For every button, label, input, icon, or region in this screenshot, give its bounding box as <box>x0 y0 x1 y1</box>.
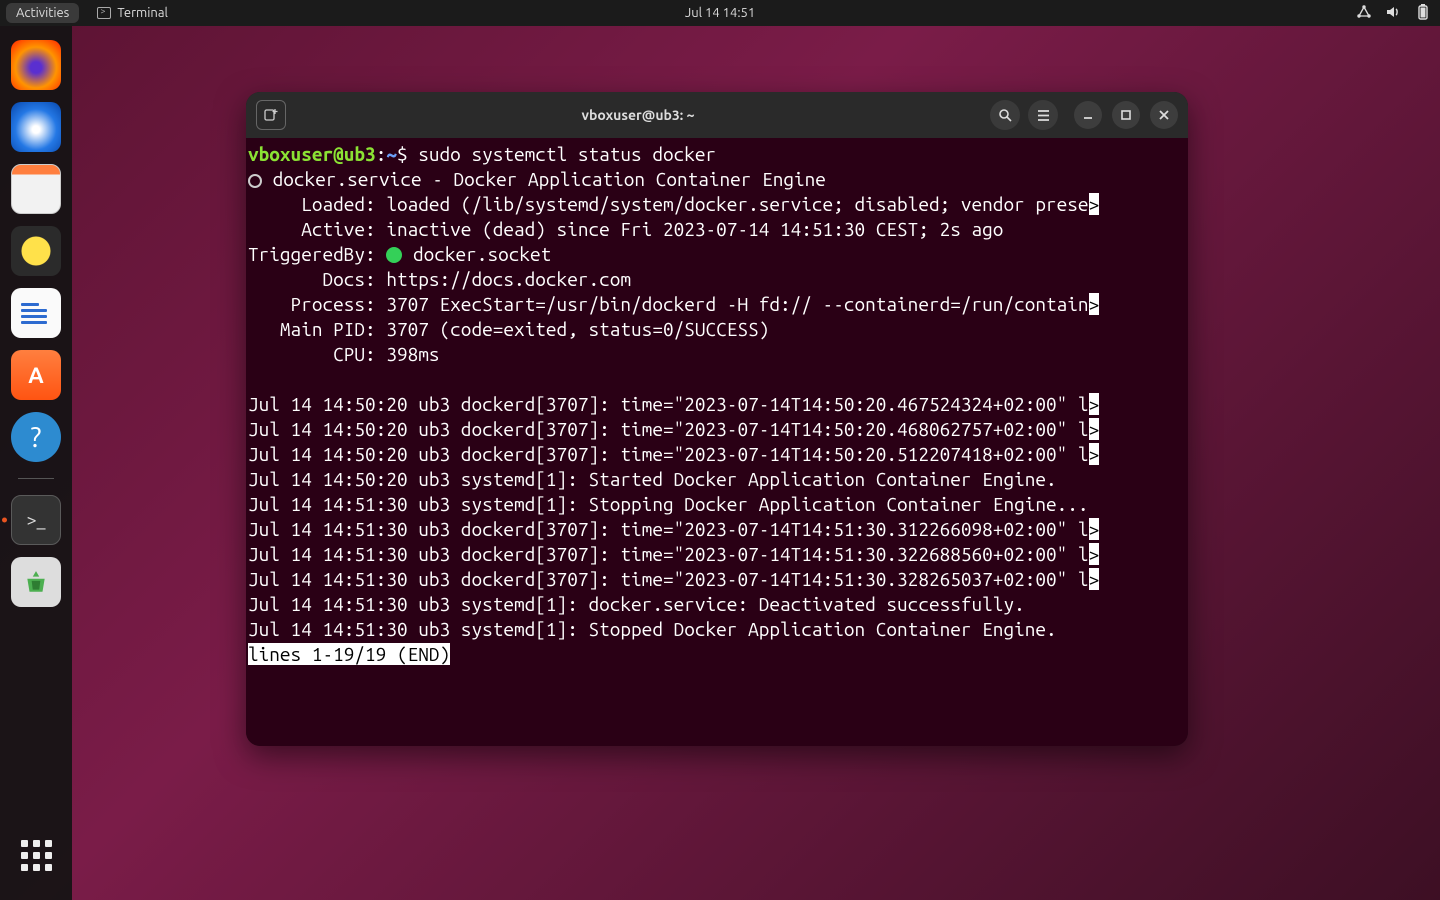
service-header: docker.service - Docker Application Cont… <box>273 168 826 190</box>
terminal-body[interactable]: vboxuser@ub3:~$ sudo systemctl status do… <box>246 138 1188 746</box>
mainpid-line: Main PID: 3707 (code=exited, status=0/SU… <box>248 318 769 340</box>
loaded-line: Loaded: loaded (/lib/systemd/system/dock… <box>248 193 1089 215</box>
minimize-button[interactable] <box>1074 101 1102 129</box>
app-menu-label: Terminal <box>117 6 168 20</box>
prompt-sep2: $ <box>397 143 418 165</box>
battery-icon[interactable] <box>1416 4 1430 23</box>
dock-app-trash[interactable] <box>11 557 61 607</box>
dock-app-files[interactable] <box>11 164 61 214</box>
status-circle-icon <box>248 174 262 188</box>
dock-separator <box>18 478 54 479</box>
system-tray <box>1356 4 1430 23</box>
app-menu[interactable]: Terminal <box>97 6 168 20</box>
dock-app-rhythmbox[interactable] <box>11 226 61 276</box>
triggeredby-value: docker.socket <box>402 243 551 265</box>
truncation-marker: > <box>1089 193 1100 215</box>
menu-button[interactable] <box>1028 100 1058 130</box>
prompt-path: ~ <box>386 143 397 165</box>
dock-app-terminal[interactable]: >_ <box>11 495 61 545</box>
cpu-line: CPU: 398ms <box>248 343 440 365</box>
dock: ? >_ <box>0 26 72 900</box>
dock-app-software[interactable] <box>11 350 61 400</box>
prompt-sep1: : <box>376 143 387 165</box>
dock-app-help[interactable]: ? <box>11 412 61 462</box>
close-button[interactable] <box>1150 101 1178 129</box>
prompt-user: vboxuser@ub3 <box>248 143 376 165</box>
pager-status: lines 1-19/19 (END) <box>248 643 450 665</box>
truncation-marker: > <box>1089 293 1100 315</box>
active-line: Active: inactive (dead) since Fri 2023-0… <box>248 218 1003 240</box>
dock-app-firefox[interactable] <box>11 40 61 90</box>
docs-line: Docs: https://docs.docker.com <box>248 268 631 290</box>
terminal-icon <box>97 7 111 19</box>
network-icon[interactable] <box>1356 5 1372 22</box>
search-button[interactable] <box>990 100 1020 130</box>
volume-icon[interactable] <box>1386 5 1402 22</box>
dock-app-thunderbird[interactable] <box>11 102 61 152</box>
terminal-titlebar[interactable]: vboxuser@ub3: ~ <box>246 92 1188 138</box>
terminal-window: vboxuser@ub3: ~ vboxuser@ub3:~$ sudo sys… <box>246 92 1188 746</box>
window-controls <box>1074 101 1178 129</box>
window-title: vboxuser@ub3: ~ <box>294 107 982 123</box>
log-lines: Jul 14 14:50:20 ub3 dockerd[3707]: time=… <box>248 393 1099 640</box>
command-text: sudo systemctl status docker <box>418 143 716 165</box>
dock-app-writer[interactable] <box>11 288 61 338</box>
process-line: Process: 3707 ExecStart=/usr/bin/dockerd… <box>248 293 1089 315</box>
clock[interactable]: Jul 14 14:51 <box>685 6 755 20</box>
top-bar: Activities Terminal Jul 14 14:51 <box>0 0 1440 26</box>
maximize-button[interactable] <box>1112 101 1140 129</box>
status-dot-green-icon <box>386 247 402 263</box>
activities-button[interactable]: Activities <box>6 3 79 23</box>
new-tab-button[interactable] <box>256 100 286 130</box>
triggeredby-label: TriggeredBy: <box>248 243 386 265</box>
show-applications-button[interactable] <box>11 830 61 880</box>
